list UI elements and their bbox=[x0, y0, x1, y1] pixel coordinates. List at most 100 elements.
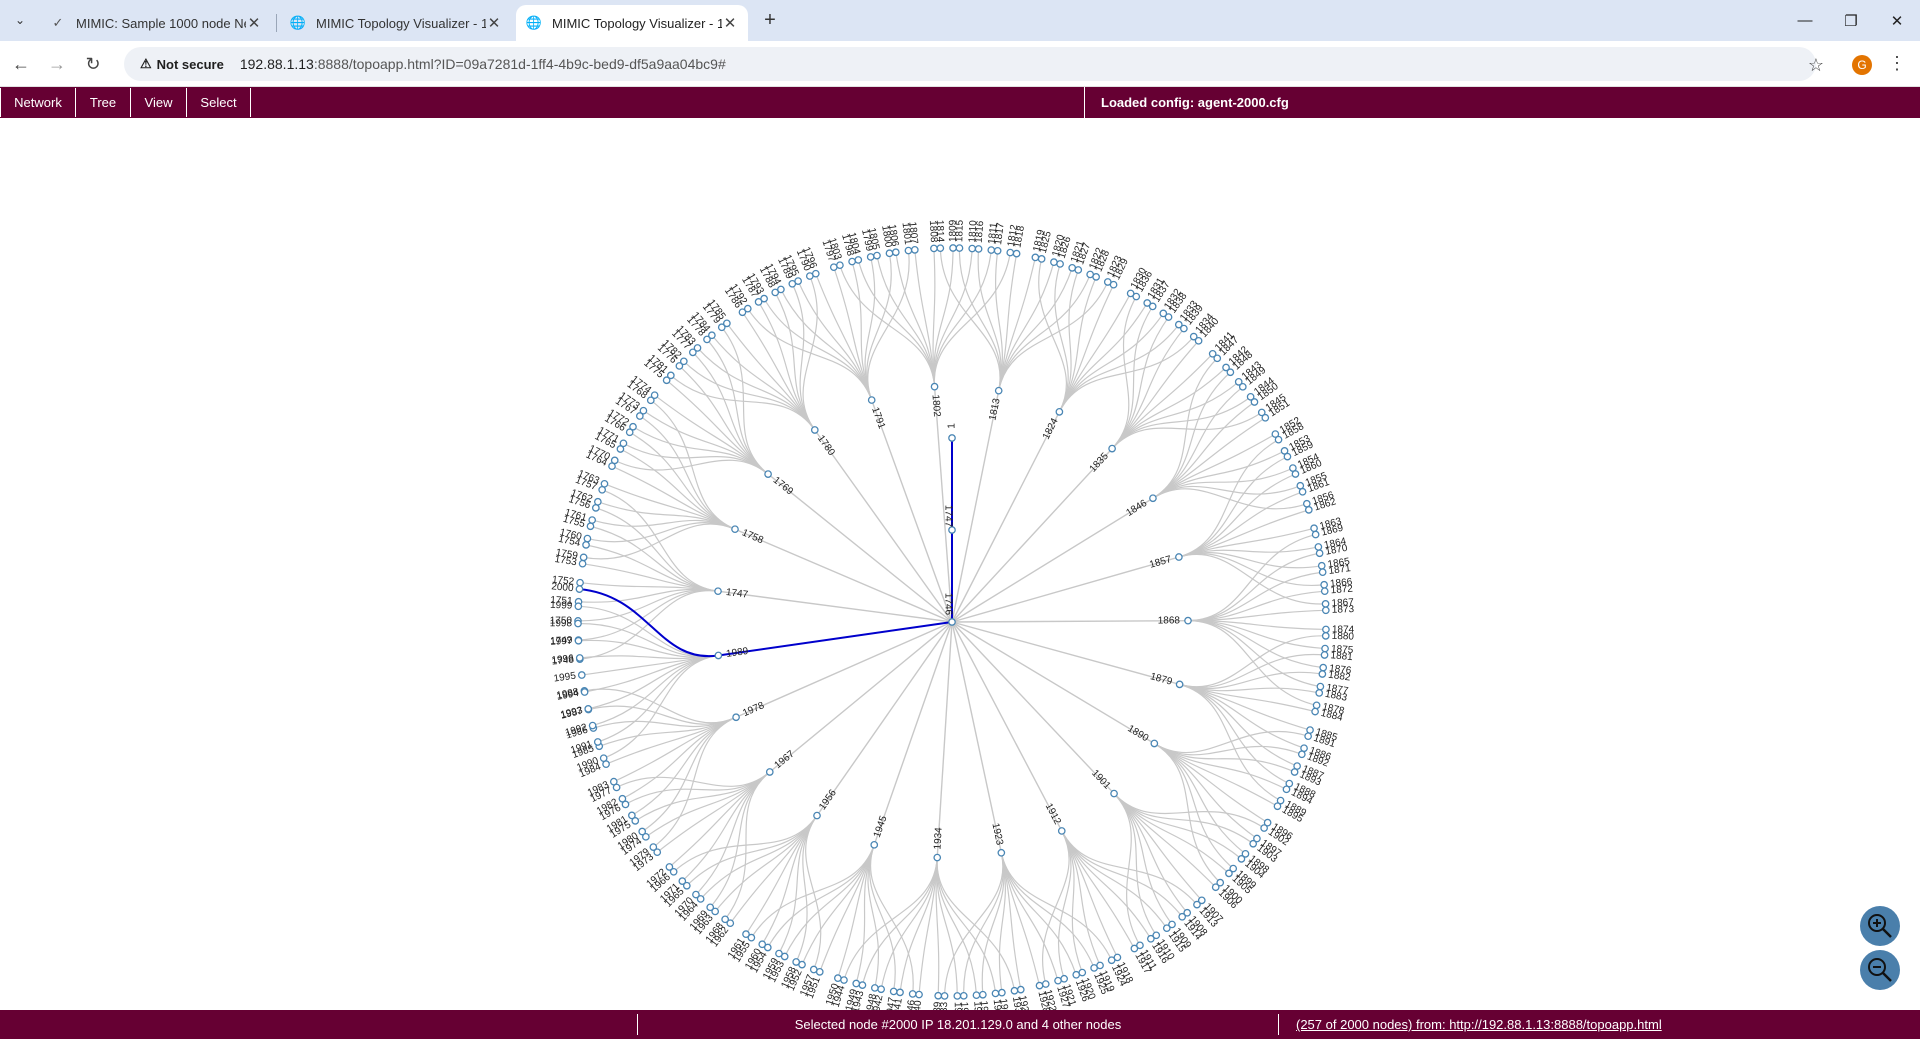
leaf-node[interactable] bbox=[758, 940, 767, 949]
close-icon[interactable]: ✕ bbox=[722, 14, 738, 32]
reload-button[interactable]: ↻ bbox=[80, 51, 106, 77]
bookmark-star-icon[interactable]: ☆ bbox=[1808, 55, 1824, 76]
leaf-node[interactable] bbox=[1321, 632, 1330, 640]
leaf-node[interactable] bbox=[891, 248, 900, 257]
leaf-node[interactable] bbox=[591, 504, 600, 512]
zoom-out-button[interactable] bbox=[1860, 950, 1900, 990]
hub-node[interactable] bbox=[1108, 444, 1116, 453]
leaf-node[interactable] bbox=[885, 249, 894, 258]
hub-node[interactable] bbox=[870, 840, 879, 849]
leaf-node[interactable] bbox=[858, 981, 867, 989]
hub-node[interactable] bbox=[994, 386, 1003, 395]
mid-node[interactable] bbox=[948, 526, 956, 534]
leaf-node[interactable] bbox=[1226, 368, 1235, 377]
browser-menu-icon[interactable]: ⋮ bbox=[1888, 53, 1906, 74]
leaf-node[interactable] bbox=[1060, 974, 1069, 983]
hub-node[interactable] bbox=[1057, 827, 1066, 835]
leaf-node[interactable] bbox=[1318, 568, 1327, 577]
leaf-node[interactable] bbox=[1322, 625, 1330, 634]
leaf-node[interactable] bbox=[930, 244, 938, 253]
leaf-node[interactable] bbox=[1302, 499, 1311, 508]
leaf-node[interactable] bbox=[1072, 970, 1081, 979]
leaf-node[interactable] bbox=[1225, 869, 1233, 878]
leaf-node[interactable] bbox=[1037, 255, 1046, 263]
leaf-node[interactable] bbox=[610, 456, 619, 465]
menu-select[interactable]: Select bbox=[187, 88, 251, 117]
leaf-node[interactable] bbox=[1237, 855, 1246, 863]
leaf-node[interactable] bbox=[1211, 883, 1220, 892]
leaf-node[interactable] bbox=[665, 863, 674, 871]
leaf-node[interactable] bbox=[848, 257, 856, 266]
leaf-node[interactable] bbox=[628, 811, 636, 820]
leaf-node[interactable] bbox=[1194, 336, 1203, 345]
menu-network[interactable]: Network bbox=[0, 88, 76, 117]
hub-node[interactable] bbox=[764, 470, 772, 478]
browser-tab-2[interactable]: 🌐 MIMIC Topology Visualizer - 19 ✕ bbox=[280, 5, 512, 41]
leaf-node[interactable] bbox=[1261, 413, 1270, 422]
leaf-node[interactable] bbox=[599, 754, 608, 763]
leaf-node[interactable] bbox=[833, 974, 842, 983]
hub-node[interactable] bbox=[1175, 680, 1184, 689]
leaf-node[interactable] bbox=[580, 688, 589, 696]
leaf-node[interactable] bbox=[574, 636, 583, 645]
leaf-node[interactable] bbox=[877, 985, 885, 994]
close-icon[interactable]: ✕ bbox=[486, 14, 502, 32]
leaf-node[interactable] bbox=[1320, 651, 1329, 659]
leaf-node[interactable] bbox=[991, 989, 1000, 998]
leaf-node[interactable] bbox=[809, 965, 818, 974]
leaf-node[interactable] bbox=[1130, 944, 1139, 953]
leaf-node[interactable] bbox=[618, 794, 627, 803]
leaf-node[interactable] bbox=[1050, 258, 1058, 267]
leaf-node[interactable] bbox=[1321, 644, 1329, 653]
hub-node[interactable] bbox=[1110, 789, 1118, 798]
leaf-node[interactable] bbox=[1056, 260, 1064, 268]
leaf-node[interactable] bbox=[639, 406, 648, 415]
leaf-node[interactable] bbox=[896, 988, 904, 997]
leaf-node[interactable] bbox=[678, 877, 687, 885]
leaf-node[interactable] bbox=[1213, 354, 1222, 363]
leaf-node[interactable] bbox=[1180, 324, 1188, 333]
leaf-node[interactable] bbox=[588, 721, 597, 730]
leaf-node[interactable] bbox=[692, 890, 700, 899]
hub-node[interactable] bbox=[1150, 739, 1159, 748]
leaf-node[interactable] bbox=[1054, 976, 1062, 985]
new-tab-button[interactable]: + bbox=[756, 8, 784, 32]
leaf-node[interactable] bbox=[1132, 292, 1141, 301]
forward-button[interactable]: → bbox=[44, 51, 70, 77]
leaf-node[interactable] bbox=[760, 294, 768, 303]
leaf-node[interactable] bbox=[1107, 956, 1116, 965]
leaf-node[interactable] bbox=[594, 497, 602, 506]
address-bar[interactable]: ⚠ Not secure 192.88.1.13:8888/topoapp.ht… bbox=[124, 47, 1816, 81]
leaf-node[interactable] bbox=[840, 976, 848, 984]
root-node[interactable] bbox=[948, 618, 956, 626]
leaf-node[interactable] bbox=[915, 990, 923, 999]
menu-view[interactable]: View bbox=[131, 88, 187, 117]
hub-node[interactable] bbox=[1184, 616, 1192, 625]
leaf-node[interactable] bbox=[600, 479, 609, 488]
source-link[interactable]: (257 of 2000 nodes) from: http://192.88.… bbox=[1296, 1010, 1662, 1039]
leaf-node[interactable] bbox=[1311, 707, 1319, 716]
leaf-node[interactable] bbox=[1320, 587, 1329, 596]
leaf-node[interactable] bbox=[629, 422, 637, 431]
leaf-node[interactable] bbox=[908, 990, 917, 998]
leaf-node[interactable] bbox=[1283, 452, 1292, 461]
leaf-node[interactable] bbox=[979, 990, 987, 999]
leaf-node[interactable] bbox=[666, 371, 675, 380]
leaf-node[interactable] bbox=[775, 949, 783, 958]
leaf-node[interactable] bbox=[953, 992, 962, 1000]
leaf-node[interactable] bbox=[579, 553, 588, 562]
leaf-node[interactable] bbox=[1274, 435, 1283, 444]
leaf-node[interactable] bbox=[1297, 750, 1306, 759]
leaf-node[interactable] bbox=[792, 958, 801, 966]
leaf-node[interactable] bbox=[586, 522, 595, 531]
leaf-node[interactable] bbox=[1291, 470, 1300, 478]
leaf-node[interactable] bbox=[889, 987, 898, 996]
leaf-node[interactable] bbox=[584, 705, 593, 713]
leaf-node[interactable] bbox=[910, 246, 919, 254]
browser-tab-3-active[interactable]: 🌐 MIMIC Topology Visualizer - 19 ✕ bbox=[516, 5, 748, 41]
leaf-node[interactable] bbox=[574, 619, 582, 628]
leaf-node[interactable] bbox=[575, 654, 584, 662]
hub-node[interactable] bbox=[930, 382, 939, 391]
leaf-node[interactable] bbox=[708, 331, 716, 340]
url-text[interactable]: 192.88.1.13:8888/topoapp.html?ID=09a7281… bbox=[240, 56, 726, 72]
